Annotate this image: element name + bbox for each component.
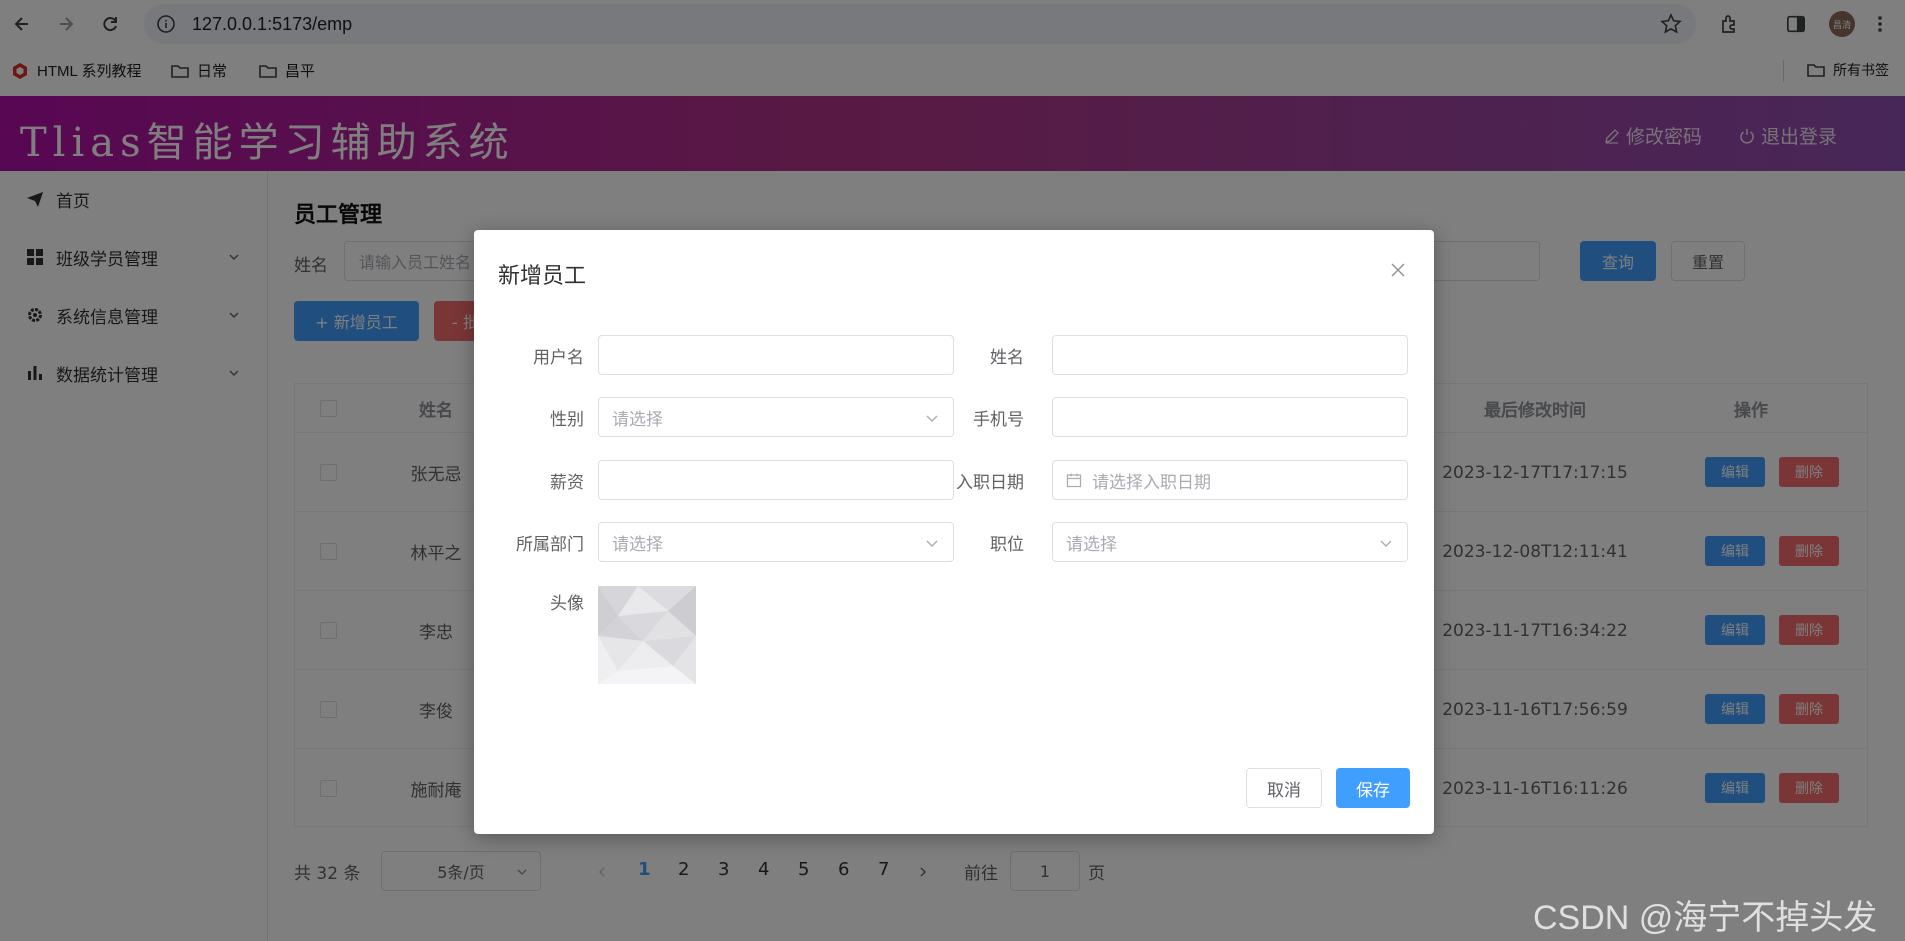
phone-input[interactable] [1052, 397, 1408, 437]
dialog-title: 新增员工 [498, 264, 587, 289]
avatar-placeholder-image [598, 586, 696, 684]
name-label: 姓名 [990, 347, 1024, 368]
cancel-button[interactable]: 取消 [1246, 768, 1322, 808]
department-label: 所属部门 [516, 534, 584, 555]
position-select[interactable]: 请选择 [1052, 522, 1408, 562]
calendar-icon [1066, 473, 1082, 488]
name-input[interactable] [1052, 335, 1408, 375]
phone-label: 手机号 [973, 409, 1024, 430]
username-label: 用户名 [533, 347, 584, 368]
avatar-label: 头像 [550, 593, 584, 614]
chevron-down-icon [1380, 540, 1392, 547]
entry-date-label: 入职日期 [956, 472, 1024, 493]
entry-date-picker[interactable]: 请选择入职日期 [1052, 460, 1408, 500]
add-employee-dialog: 新增员工 用户名 姓名 性别 请选择 手机号 薪资 入职日期 请选择入职日期 所… [474, 230, 1434, 834]
watermark: CSDN @海宁不掉头发 [1533, 899, 1878, 937]
salary-label: 薪资 [550, 472, 584, 493]
avatar-uploader[interactable] [598, 586, 696, 684]
position-label: 职位 [990, 534, 1024, 555]
gender-label: 性别 [550, 409, 584, 430]
save-button[interactable]: 保存 [1336, 768, 1410, 808]
close-icon[interactable] [1390, 262, 1406, 278]
